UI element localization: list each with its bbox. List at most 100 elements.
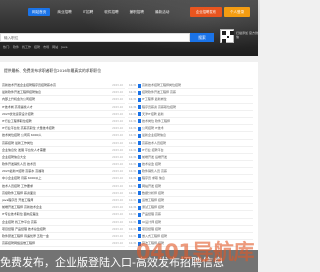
list-item-title[interactable]: IT行业平台化 高薪高职位 大量技术招聘: [2, 125, 55, 131]
list-item-title[interactable]: 最新企业招聘信息: [142, 132, 166, 138]
tab-software[interactable]: 软件招聘: [100, 8, 122, 16]
list-item[interactable]: 软件销售人员 高薪 10-31: [128, 168, 253, 176]
hot-tag[interactable]: 招聘: [34, 45, 40, 49]
list-item-title[interactable]: 2023优化运营设计招聘: [2, 111, 34, 117]
list-item[interactable]: 程序员 求职 信息 10-31: [128, 175, 253, 183]
list-item[interactable]: 项目经理 产品经理 技术总监招聘 2023-10: [0, 226, 125, 233]
search-input[interactable]: [4, 34, 184, 43]
list-item-title[interactable]: 高薪招聘 最新工作岗位: [2, 140, 33, 146]
list-item[interactable]: UI设计师 招聘 10-31: [128, 219, 253, 226]
list-item[interactable]: 高薪招聘 最新工作岗位 2023-10: [0, 140, 125, 147]
list-item[interactable]: 中小企业招聘 月薪 6000以上 2023-10: [0, 175, 125, 183]
list-item-title[interactable]: 软件开发销售人员 技术员: [2, 161, 36, 167]
list-item-title[interactable]: 招聘软件开发工程师 高薪: [142, 89, 176, 95]
list-item[interactable]: 技术岗位 软件工程师 10-31: [128, 118, 253, 126]
list-item-title[interactable]: 网站开发 招聘: [142, 183, 161, 189]
list-item-title[interactable]: 高薪招聘网络运维工程师: [2, 240, 35, 246]
list-item[interactable]: 软件开发销售人员 技术员 2023-10: [0, 161, 125, 169]
list-item[interactable]: 程序员薪资 高薪职位招聘 10-31: [128, 104, 253, 111]
list-item-title[interactable]: IT专业技术职位 面向应届生: [2, 211, 39, 217]
list-item-title[interactable]: 前端开发工程师 高新技术企业: [2, 204, 42, 210]
list-item[interactable]: 企业招聘 找工作平台 高薪 2023-10: [0, 219, 125, 226]
list-item[interactable]: 测试工程师 招聘 10-31: [128, 204, 253, 212]
list-item-title[interactable]: 技术人员招聘 工作要求: [2, 183, 33, 189]
list-item-title[interactable]: IT行业工程师职位招聘: [2, 118, 32, 124]
publish-job-button[interactable]: 企业招聘发布: [190, 7, 222, 17]
list-item-title[interactable]: 中小企业招聘 月薪 6000以上: [2, 175, 42, 181]
list-item[interactable]: 最新企业招聘信息 10-31: [128, 132, 253, 140]
list-item-title[interactable]: 技术岗位招聘 公司有 6000人: [2, 132, 42, 138]
list-item[interactable]: java程序员 开发工程师 2023-10: [0, 197, 125, 205]
hot-tag[interactable]: 市场: [43, 45, 49, 49]
list-item[interactable]: IT专业技术职位 面向应届生 2023-10: [0, 211, 125, 219]
list-item[interactable]: 内部上升机会为公司招聘 2023-10: [0, 96, 125, 104]
list-item[interactable]: 前端开发 后端开发 10-31: [128, 154, 253, 162]
personal-login-button[interactable]: 个人登录: [224, 7, 250, 17]
list-item-title[interactable]: 企业招聘信息大全: [2, 154, 26, 160]
list-item[interactable]: IT行业工程师职位招聘 2023-10: [0, 118, 125, 126]
list-item-title[interactable]: 运维工程师 招聘: [142, 197, 164, 203]
list-item-title[interactable]: 数据分析师 招聘: [142, 190, 164, 196]
list-item[interactable]: 企业招聘信息大全 2023-10: [0, 154, 125, 162]
list-item-title[interactable]: 程序员 求职 信息: [142, 175, 165, 181]
list-item-title[interactable]: 项目经理 产品经理 技术总监招聘: [2, 226, 46, 232]
list-item[interactable]: 高级软件工程师 薪资面议 2023-10: [0, 190, 125, 197]
list-item[interactable]: 数据分析师 招聘 10-31: [128, 190, 253, 197]
list-item-title[interactable]: 软件研发工程师 待遇优厚 五险一金: [2, 233, 49, 239]
list-item[interactable]: 技术总监 招聘 10-31: [128, 161, 253, 169]
list-item-title[interactable]: 公司招聘 IT技术: [142, 125, 164, 131]
list-item-title[interactable]: IT行业 招聘平台: [142, 147, 164, 153]
list-item[interactable]: 高薪招聘网络运维工程师 2023-10: [0, 240, 125, 248]
list-item-title[interactable]: 程序员薪资 高薪职位招聘: [142, 104, 176, 110]
hot-tag[interactable]: 网站: [52, 45, 58, 49]
list-item-title[interactable]: 高薪技术人员招聘: [142, 140, 166, 146]
hot-tag[interactable]: 找工作: [22, 45, 31, 49]
tab-parttime[interactable]: 兼职招聘: [126, 8, 148, 16]
list-item[interactable]: 2023优化运营设计招聘 2023-10: [0, 111, 125, 118]
list-item-title[interactable]: 天津IT招聘 最新: [142, 111, 164, 117]
list-item[interactable]: IT行业平台化 高薪高职位 大量技术招聘 2023-10: [0, 125, 125, 133]
list-item-title[interactable]: 最新软件开发工程师招聘信息: [2, 89, 41, 95]
list-item[interactable]: 天津IT招聘 最新 10-31: [128, 111, 253, 118]
list-item-title[interactable]: 内部上升机会为公司招聘: [2, 96, 35, 102]
list-item-title[interactable]: 测试工程师 招聘: [142, 204, 164, 210]
tab-home[interactable]: 网站首页: [28, 8, 51, 16]
tab-business[interactable]: 商业招聘: [53, 8, 75, 16]
list-item[interactable]: 技术人员招聘 工作要求 2023-10: [0, 183, 125, 190]
list-item-title[interactable]: 企业招聘 找工作平台 高薪: [2, 219, 37, 225]
list-item[interactable]: 技术岗位招聘 公司有 6000人 2023-10: [0, 132, 125, 140]
tab-it[interactable]: IT招聘: [79, 8, 97, 16]
list-item[interactable]: IT工程师 最新岗位 10-31: [128, 96, 253, 104]
list-item[interactable]: 最新软件开发工程师招聘信息 2023-10: [0, 89, 125, 97]
list-item-title[interactable]: 高级软件工程师 薪资面议: [2, 190, 36, 196]
tab-activity[interactable]: 最新活动: [151, 8, 173, 16]
list-item[interactable]: 高新技术开发企业招聘程序员招聘薪水高 2023-10: [0, 82, 125, 90]
list-item-title[interactable]: 高新技术招聘工程师岗位招聘: [142, 82, 181, 88]
list-item[interactable]: 前端开发工程师 高新技术企业 2023-10: [0, 204, 125, 212]
list-item-title[interactable]: 项目经理 招聘: [142, 226, 161, 232]
list-item[interactable]: 网站开发 招聘 10-31: [128, 183, 253, 190]
list-item[interactable]: IT技术岗 高待遇找人才 2023-10: [0, 104, 125, 111]
search-button[interactable]: 搜索: [190, 33, 214, 42]
list-item[interactable]: 高薪技术人员招聘 10-31: [128, 140, 253, 147]
list-item[interactable]: 软件研发工程师 待遇优厚 五险一金 2023-10: [0, 233, 125, 241]
list-item[interactable]: IT行业 招聘平台 10-31: [128, 147, 253, 154]
list-item-title[interactable]: 前端开发 后端开发: [142, 154, 167, 160]
list-item[interactable]: 企业信息化 发展 平台化人才需要 2023-10: [0, 147, 125, 154]
list-item[interactable]: 高新技术招聘工程师岗位招聘 10-31: [128, 82, 253, 90]
list-item-title[interactable]: 技术总监 招聘: [142, 161, 161, 167]
hot-tag[interactable]: Java: [61, 45, 67, 49]
list-item-title[interactable]: UI设计师 招聘: [142, 219, 161, 225]
list-item-title[interactable]: 2023最新IT招聘 高薪水 高福利: [2, 168, 44, 174]
list-item[interactable]: 2023最新IT招聘 高薪水 高福利 2023-10: [0, 168, 125, 176]
list-item-title[interactable]: 高新技术开发企业招聘程序员招聘薪水高: [2, 82, 56, 88]
list-item[interactable]: 项目经理 招聘 10-31: [128, 226, 253, 233]
list-item[interactable]: 公司招聘 IT技术 10-31: [128, 125, 253, 133]
list-item-title[interactable]: 产品经理 高薪: [142, 211, 161, 217]
list-item-title[interactable]: IT工程师 最新岗位: [142, 96, 167, 102]
list-item-title[interactable]: 软件销售人员 高薪: [142, 168, 167, 174]
hot-tag[interactable]: 软件: [13, 45, 19, 49]
list-item-title[interactable]: java程序员 开发工程师: [2, 197, 33, 203]
list-item[interactable]: 招聘软件开发工程师 高薪 10-31: [128, 89, 253, 97]
list-item-title[interactable]: 企业信息化 发展 平台化人才需要: [2, 147, 46, 153]
